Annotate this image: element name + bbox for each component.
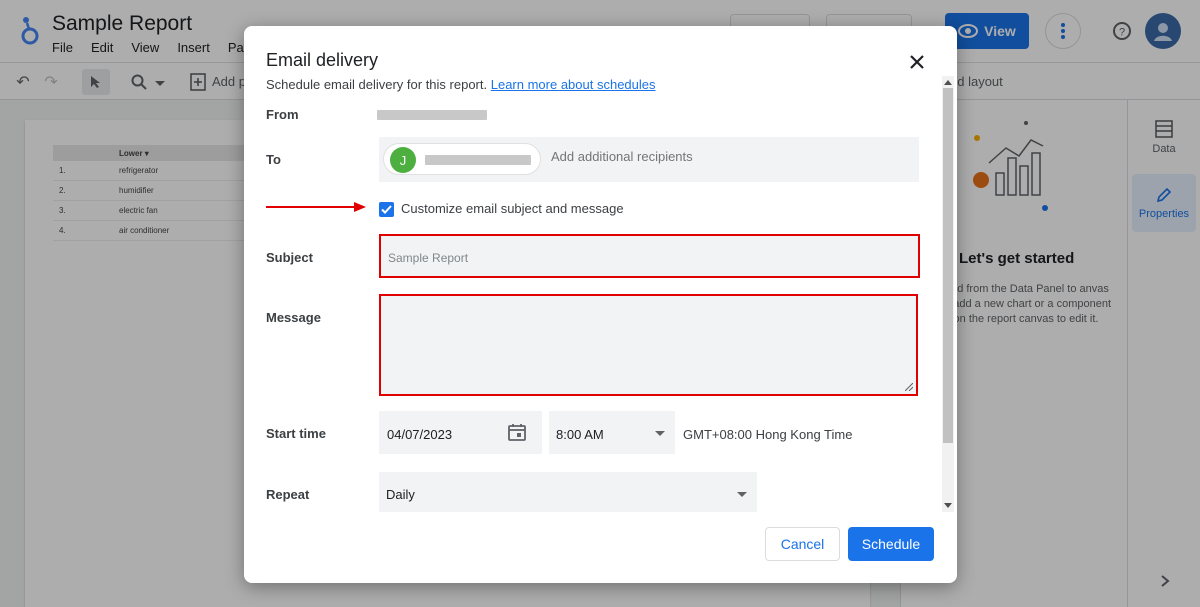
customize-label[interactable]: Customize email subject and message <box>401 201 624 216</box>
scroll-up-arrow-icon[interactable] <box>944 80 952 85</box>
repeat-label: Repeat <box>266 487 310 502</box>
repeat-select[interactable]: Daily <box>379 472 757 512</box>
repeat-dropdown-icon <box>737 492 747 497</box>
time-dropdown-icon <box>655 431 665 436</box>
subject-placeholder: Sample Report <box>388 251 469 265</box>
dialog-subtitle: Schedule email delivery for this report.… <box>266 77 656 92</box>
schedule-button[interactable]: Schedule <box>848 527 934 561</box>
dialog-subtitle-text: Schedule email delivery for this report. <box>266 77 488 92</box>
recipient-avatar: J <box>390 147 416 173</box>
dialog-scrollbar[interactable] <box>942 76 954 512</box>
scroll-down-arrow-icon[interactable] <box>944 503 952 508</box>
start-date-value: 04/07/2023 <box>387 427 453 442</box>
customize-checkbox[interactable] <box>379 202 394 217</box>
message-label: Message <box>266 310 321 325</box>
add-recipients-input[interactable] <box>551 149 881 164</box>
close-icon <box>910 55 924 69</box>
start-time-select[interactable]: 8:00 AM <box>549 411 675 454</box>
scrollbar-thumb[interactable] <box>943 88 953 443</box>
from-email-redacted <box>377 110 487 120</box>
recipient-chip[interactable]: J <box>383 143 541 175</box>
recipients-field[interactable]: J <box>379 137 919 182</box>
to-label: To <box>266 152 281 167</box>
timezone-text: GMT+08:00 Hong Kong Time <box>683 427 853 442</box>
dialog-title: Email delivery <box>266 50 379 70</box>
learn-more-link[interactable]: Learn more about schedules <box>491 77 656 92</box>
repeat-value: Daily <box>386 487 415 502</box>
start-date-input[interactable]: 04/07/2023 <box>379 411 542 454</box>
checkmark-icon <box>381 205 392 214</box>
subject-label: Subject <box>266 250 313 265</box>
resize-handle-icon[interactable] <box>905 383 913 391</box>
message-textarea[interactable] <box>379 294 918 396</box>
annotation-arrow-icon <box>266 202 366 212</box>
from-label: From <box>266 107 299 122</box>
calendar-icon[interactable] <box>507 422 527 442</box>
close-button[interactable] <box>905 50 929 74</box>
start-time-value: 8:00 AM <box>556 427 604 442</box>
start-time-label: Start time <box>266 426 326 441</box>
subject-input[interactable]: Sample Report <box>379 234 920 278</box>
recipient-email-redacted <box>425 155 531 165</box>
email-delivery-dialog: Email delivery Schedule email delivery f… <box>244 26 957 583</box>
cancel-button[interactable]: Cancel <box>765 527 840 561</box>
